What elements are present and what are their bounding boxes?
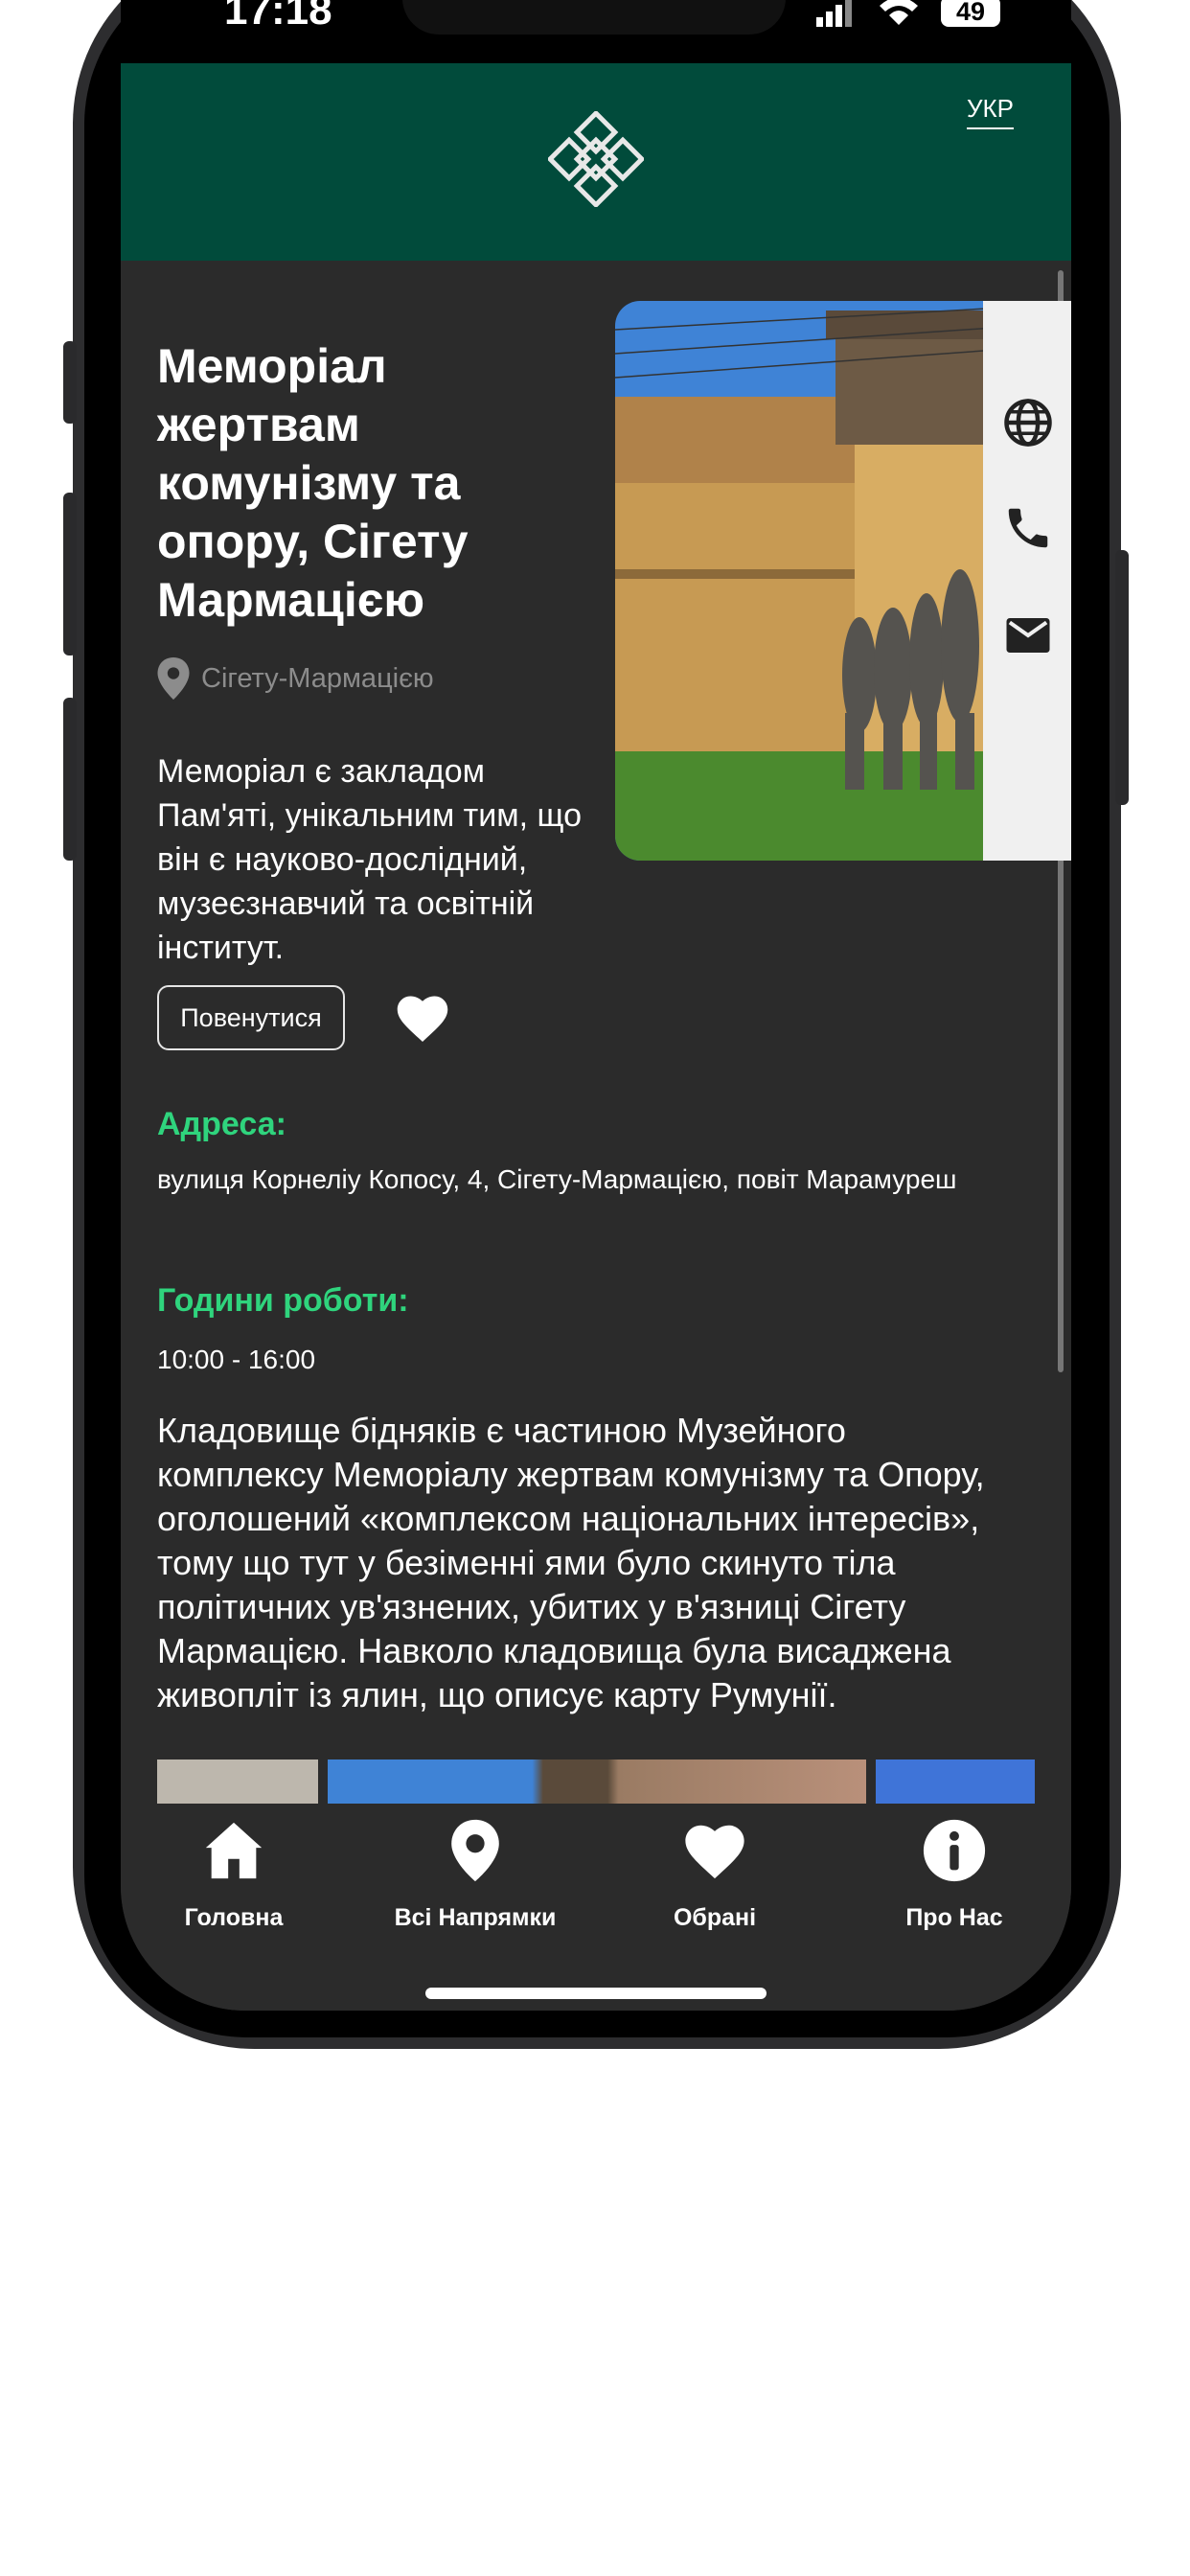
place-details: Меморіал жертвам комунізму та опору, Сіг…	[121, 261, 1071, 1807]
hours-value: 10:00 - 16:00	[157, 1345, 316, 1374]
app-header: УКР	[121, 63, 1071, 261]
place-location: Сігету-Мармацією	[157, 657, 434, 700]
place-description: Кладовище бідняків є частиною Музейного …	[157, 1411, 985, 1714]
tab-about[interactable]: Про Нас	[858, 1817, 1050, 1932]
address-value: вулиця Корнеліу Копосу, 4, Сігету-Мармац…	[157, 1164, 957, 1194]
phone-icon[interactable]	[1002, 502, 1054, 554]
contact-panel	[983, 301, 1071, 861]
globe-icon[interactable]	[1002, 397, 1054, 448]
status-bar: 17:18 49	[121, 0, 1071, 63]
location-text: Сігету-Мармацією	[201, 662, 434, 694]
hours-label: Години роботи:	[157, 1282, 409, 1319]
place-title: Меморіал жертвам комунізму та опору, Сіг…	[157, 339, 469, 627]
tab-all-directions[interactable]: Всі Напрямки	[379, 1817, 571, 1932]
bottom-tab-bar: Головна Всі Напрямки Обрані Про Нас	[121, 1804, 1071, 2011]
location-pin-icon	[157, 657, 190, 700]
action-button	[63, 341, 77, 424]
gallery-photo[interactable]	[876, 1760, 1035, 1807]
tab-home[interactable]: Головна	[138, 1817, 330, 1932]
power-button	[1115, 550, 1129, 805]
dynamic-island	[402, 0, 786, 34]
info-icon	[923, 1819, 986, 1882]
place-intro: Меморіал є закладом Пам'яті, унікальним …	[157, 753, 582, 966]
gallery-photo[interactable]	[328, 1760, 866, 1807]
battery-level: 49	[955, 0, 986, 26]
photo-gallery	[157, 1760, 1035, 1807]
place-photo	[615, 301, 1037, 861]
status-time: 17:18	[224, 0, 332, 34]
volume-down-button	[63, 698, 77, 861]
signal-icon	[816, 0, 852, 27]
heart-icon	[685, 1825, 744, 1879]
volume-up-button	[63, 493, 77, 656]
back-button[interactable]: Повенутися	[157, 985, 345, 1050]
home-indicator[interactable]	[425, 1988, 767, 1999]
location-pin-icon	[451, 1819, 499, 1882]
home-icon	[205, 1822, 263, 1879]
wifi-icon	[880, 0, 918, 25]
tab-label: Обрані	[673, 1904, 757, 1931]
app-logo-icon[interactable]	[548, 111, 644, 207]
language-switch[interactable]: УКР	[966, 94, 1014, 129]
tab-label: Про Нас	[905, 1904, 1003, 1931]
mail-icon[interactable]	[1002, 610, 1054, 661]
tab-label: Головна	[184, 1904, 284, 1931]
tab-label: Всі Напрямки	[394, 1904, 557, 1931]
battery-indicator: 49	[941, 0, 1000, 27]
app-screen: 17:18 49 УКР Меморіал жертвам комунізму …	[121, 0, 1071, 2011]
tab-favorites[interactable]: Обрані	[619, 1817, 811, 1932]
address-label: Адреса:	[157, 1106, 286, 1142]
gallery-photo[interactable]	[157, 1760, 318, 1807]
favorite-heart-icon[interactable]	[394, 989, 451, 1046]
